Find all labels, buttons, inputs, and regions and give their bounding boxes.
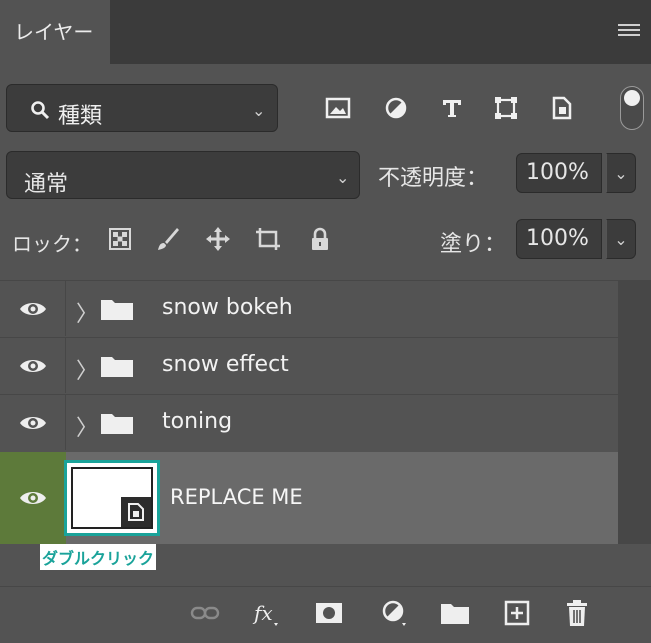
eye-icon bbox=[19, 359, 46, 372]
expand-chevron-icon[interactable]: 〉 bbox=[76, 410, 98, 442]
chevron-down-icon: ⌄ bbox=[336, 168, 350, 187]
add-mask-icon[interactable] bbox=[314, 598, 344, 628]
layer-name: toning bbox=[162, 409, 233, 434]
expand-chevron-icon[interactable]: 〉 bbox=[76, 353, 98, 385]
lock-image-pixels-icon[interactable] bbox=[154, 225, 182, 253]
new-adjustment-layer-icon[interactable] bbox=[380, 598, 410, 628]
layer-name: snow bokeh bbox=[162, 295, 293, 320]
layer-name: REPLACE ME bbox=[170, 485, 303, 509]
svg-text:fx: fx bbox=[252, 601, 273, 625]
lock-artboard-icon[interactable] bbox=[254, 225, 282, 253]
link-layers-icon[interactable] bbox=[190, 598, 220, 628]
lock-all-icon[interactable] bbox=[306, 225, 334, 253]
fill-label: 塗り： bbox=[440, 232, 507, 257]
folder-icon bbox=[101, 300, 133, 320]
fill-value: 100% bbox=[526, 226, 589, 251]
delete-layer-icon[interactable] bbox=[562, 598, 592, 628]
blend-mode-value: 通常 bbox=[24, 172, 69, 197]
lock-transparent-pixels-icon[interactable] bbox=[106, 225, 134, 253]
visibility-toggle[interactable] bbox=[0, 338, 66, 393]
eye-icon bbox=[19, 416, 46, 429]
layer-style-fx-icon[interactable]: fx bbox=[252, 598, 282, 628]
fill-dropdown-button[interactable]: ⌄ bbox=[606, 219, 636, 259]
filter-toggle[interactable] bbox=[620, 86, 644, 130]
layer-row[interactable]: 〉 snow bokeh bbox=[0, 280, 618, 336]
tab-layers-label: レイヤー bbox=[14, 20, 94, 44]
folder-icon bbox=[101, 414, 133, 434]
panel-menu-icon[interactable] bbox=[618, 24, 640, 40]
layer-row[interactable]: 〉 toning bbox=[0, 394, 618, 450]
pixel-layer-filter-icon[interactable] bbox=[322, 92, 354, 124]
lock-label: ロック： bbox=[12, 232, 92, 256]
opacity-label: 不透明度： bbox=[378, 166, 489, 191]
layer-thumbnail[interactable] bbox=[64, 460, 160, 536]
layer-name: snow effect bbox=[162, 352, 289, 377]
new-layer-icon[interactable] bbox=[502, 598, 532, 628]
filter-kind-label: 種類 bbox=[58, 104, 103, 129]
expand-chevron-icon[interactable]: 〉 bbox=[76, 296, 98, 328]
smart-object-filter-icon[interactable] bbox=[546, 92, 578, 124]
adjustment-layer-filter-icon[interactable] bbox=[380, 92, 412, 124]
double-click-callout: ダブルクリック bbox=[40, 544, 157, 570]
search-icon bbox=[30, 100, 52, 126]
smart-object-badge-icon bbox=[121, 497, 151, 527]
eye-icon bbox=[20, 492, 46, 504]
folder-icon bbox=[101, 357, 133, 377]
layer-row[interactable]: 〉 snow effect bbox=[0, 337, 618, 393]
layers-scrollbar[interactable] bbox=[618, 280, 651, 544]
shape-layer-filter-icon[interactable] bbox=[490, 92, 522, 124]
eye-icon bbox=[19, 302, 46, 315]
new-group-icon[interactable] bbox=[440, 598, 470, 628]
visibility-toggle[interactable] bbox=[0, 452, 66, 544]
visibility-toggle[interactable] bbox=[0, 281, 66, 336]
type-layer-filter-icon[interactable] bbox=[436, 92, 468, 124]
visibility-toggle[interactable] bbox=[0, 395, 66, 450]
opacity-value: 100% bbox=[526, 160, 589, 185]
chevron-down-icon: ⌄ bbox=[252, 101, 266, 120]
layer-row-selected[interactable]: REPLACE ME bbox=[0, 452, 618, 544]
lock-position-icon[interactable] bbox=[204, 225, 232, 253]
opacity-dropdown-button[interactable]: ⌄ bbox=[606, 153, 636, 193]
